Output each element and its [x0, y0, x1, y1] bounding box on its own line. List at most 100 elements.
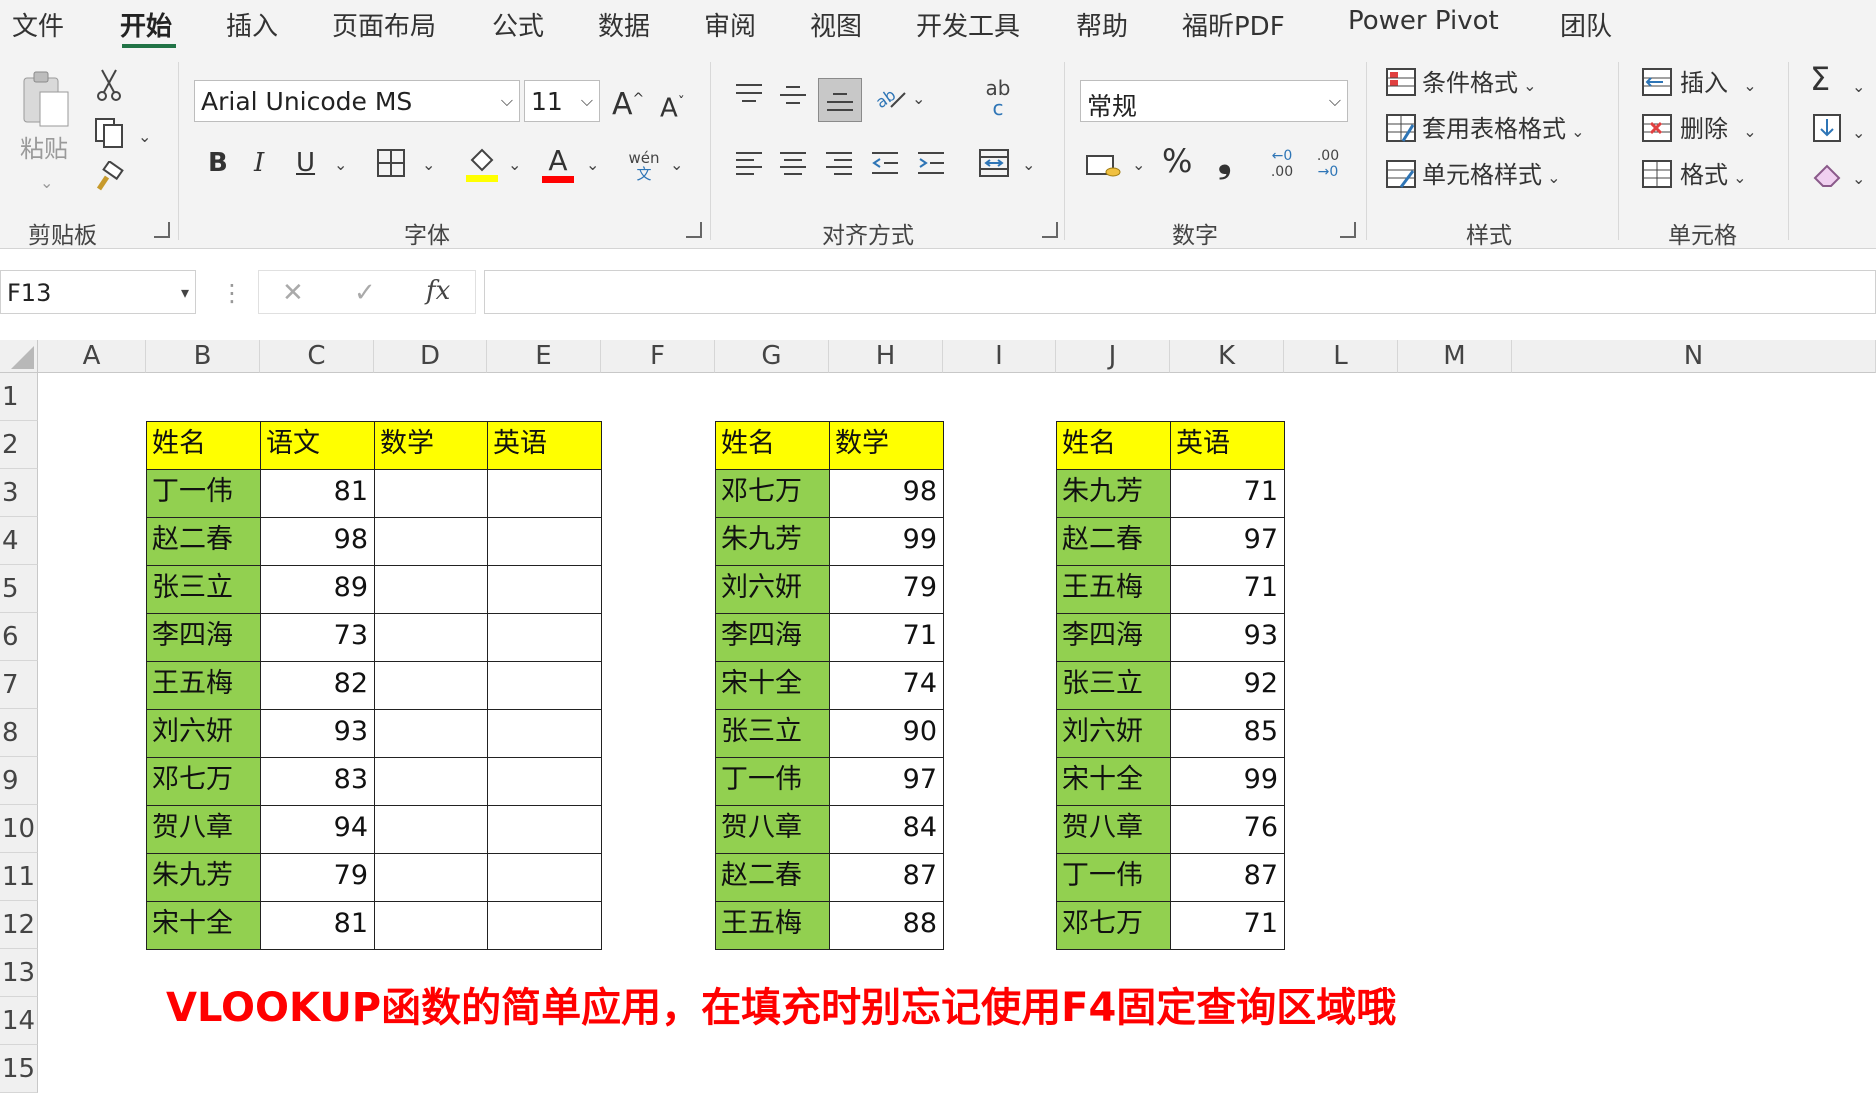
table2-name-cell[interactable]: 贺八章	[715, 805, 830, 854]
table2-name-cell[interactable]: 宋十全	[715, 661, 830, 710]
table1-header-cell[interactable]: 语文	[260, 421, 375, 470]
tab-power-pivot[interactable]: Power Pivot	[1348, 6, 1499, 36]
column-header-j[interactable]: J	[1056, 340, 1170, 373]
table1-value-cell[interactable]	[374, 565, 488, 614]
row-header-1[interactable]: 1	[0, 373, 38, 421]
underline-dropdown-icon[interactable]: ⌄	[334, 150, 347, 180]
table1-value-cell[interactable]	[374, 517, 488, 566]
table1-value-cell[interactable]: 98	[260, 517, 375, 566]
table1-value-cell[interactable]	[374, 901, 488, 950]
table1-value-cell[interactable]: 83	[260, 757, 375, 806]
row-header-2[interactable]: 2	[0, 421, 38, 469]
column-header-c[interactable]: C	[260, 340, 374, 373]
table3-name-cell[interactable]: 丁一伟	[1056, 853, 1171, 902]
merge-center-icon[interactable]	[976, 146, 1012, 180]
autosum-icon[interactable]: Σ	[1810, 63, 1830, 95]
accounting-dropdown-icon[interactable]: ⌄	[1132, 150, 1145, 180]
font-name-box[interactable]: Arial Unicode MS ⌵	[194, 80, 520, 122]
table3-name-cell[interactable]: 张三立	[1056, 661, 1171, 710]
table3-value-cell[interactable]: 85	[1170, 709, 1285, 758]
insert-function-icon[interactable]: fx	[426, 276, 450, 306]
table3-name-cell[interactable]: 刘六妍	[1056, 709, 1171, 758]
alignment-launcher-icon[interactable]	[1042, 222, 1058, 238]
table3-header-cell[interactable]: 英语	[1170, 421, 1285, 470]
table1-value-cell[interactable]	[487, 757, 602, 806]
insert-cells-icon[interactable]	[1640, 66, 1674, 98]
table1-name-cell[interactable]: 宋十全	[146, 901, 261, 950]
table1-header-cell[interactable]: 数学	[374, 421, 488, 470]
percent-button[interactable]: %	[1162, 145, 1192, 177]
column-header-h[interactable]: H	[829, 340, 943, 373]
table1-value-cell[interactable]: 89	[260, 565, 375, 614]
table3-value-cell[interactable]: 76	[1170, 805, 1285, 854]
row-header-12[interactable]: 12	[0, 901, 38, 949]
shrink-font-button[interactable]: Aˇ	[660, 88, 685, 124]
table1-value-cell[interactable]: 94	[260, 805, 375, 854]
fill-icon[interactable]	[1810, 112, 1844, 144]
grow-font-button[interactable]: A^	[612, 84, 644, 120]
table1-name-cell[interactable]: 邓七万	[146, 757, 261, 806]
font-launcher-icon[interactable]	[686, 222, 702, 238]
copy-dropdown-icon[interactable]: ⌄	[138, 122, 151, 152]
table3-value-cell[interactable]: 87	[1170, 853, 1285, 902]
name-box[interactable]: F13 ▾	[0, 270, 196, 314]
table3-name-cell[interactable]: 贺八章	[1056, 805, 1171, 854]
table1-value-cell[interactable]: 73	[260, 613, 375, 662]
table2-name-cell[interactable]: 邓七万	[715, 469, 830, 518]
table1-value-cell[interactable]	[487, 469, 602, 518]
table2-name-cell[interactable]: 张三立	[715, 709, 830, 758]
table1-name-cell[interactable]: 丁一伟	[146, 469, 261, 518]
table1-name-cell[interactable]: 朱九芳	[146, 853, 261, 902]
row-header-14[interactable]: 14	[0, 997, 38, 1045]
table1-value-cell[interactable]	[374, 661, 488, 710]
italic-button[interactable]: I	[254, 148, 264, 178]
cell-styles-icon[interactable]	[1384, 158, 1418, 190]
underline-button[interactable]: U	[296, 148, 315, 178]
table2-value-cell[interactable]: 98	[829, 469, 944, 518]
row-header-7[interactable]: 7	[0, 661, 38, 709]
table1-name-cell[interactable]: 李四海	[146, 613, 261, 662]
table1-value-cell[interactable]: 81	[260, 901, 375, 950]
table2-value-cell[interactable]: 79	[829, 565, 944, 614]
table2-value-cell[interactable]: 87	[829, 853, 944, 902]
table2-value-cell[interactable]: 97	[829, 757, 944, 806]
font-size-box[interactable]: 11 ⌵	[524, 80, 600, 122]
fill-dropdown-icon[interactable]: ⌄	[1852, 118, 1865, 148]
column-header-m[interactable]: M	[1398, 340, 1512, 373]
decrease-indent-icon[interactable]	[868, 148, 902, 178]
increase-decimal-icon[interactable]: ←0 .00	[1262, 144, 1302, 184]
table1-value-cell[interactable]	[487, 901, 602, 950]
table1-value-cell[interactable]	[487, 613, 602, 662]
table2-value-cell[interactable]: 90	[829, 709, 944, 758]
select-all-button[interactable]	[0, 340, 38, 373]
paste-label[interactable]: 粘贴	[20, 134, 68, 164]
format-painter-icon[interactable]	[92, 160, 126, 194]
row-header-4[interactable]: 4	[0, 517, 38, 565]
table1-value-cell[interactable]: 82	[260, 661, 375, 710]
table1-value-cell[interactable]: 93	[260, 709, 375, 758]
cancel-icon[interactable]: ✕	[282, 278, 304, 308]
table1-value-cell[interactable]	[487, 709, 602, 758]
row-header-11[interactable]: 11	[0, 853, 38, 901]
format-as-table-icon[interactable]	[1384, 112, 1418, 144]
table1-name-cell[interactable]: 张三立	[146, 565, 261, 614]
table2-header-cell[interactable]: 姓名	[715, 421, 830, 470]
increase-indent-icon[interactable]	[914, 148, 948, 178]
table1-header-cell[interactable]: 英语	[487, 421, 602, 470]
column-header-b[interactable]: B	[146, 340, 260, 373]
orientation-icon[interactable]: ab	[872, 80, 908, 112]
clear-dropdown-icon[interactable]: ⌄	[1852, 164, 1865, 194]
table3-name-cell[interactable]: 邓七万	[1056, 901, 1171, 950]
table2-name-cell[interactable]: 赵二春	[715, 853, 830, 902]
tab-review[interactable]: 审阅	[704, 6, 756, 43]
tab-home[interactable]: 开始	[120, 6, 172, 43]
table1-value-cell[interactable]: 81	[260, 469, 375, 518]
cut-icon[interactable]	[94, 68, 124, 102]
table3-value-cell[interactable]: 92	[1170, 661, 1285, 710]
align-center-icon[interactable]	[776, 148, 810, 178]
row-header-8[interactable]: 8	[0, 709, 38, 757]
table1-name-cell[interactable]: 贺八章	[146, 805, 261, 854]
table2-value-cell[interactable]: 99	[829, 517, 944, 566]
font-color-icon[interactable]: A	[540, 144, 576, 184]
phonetic-guide-icon[interactable]: wén 文	[624, 146, 664, 186]
